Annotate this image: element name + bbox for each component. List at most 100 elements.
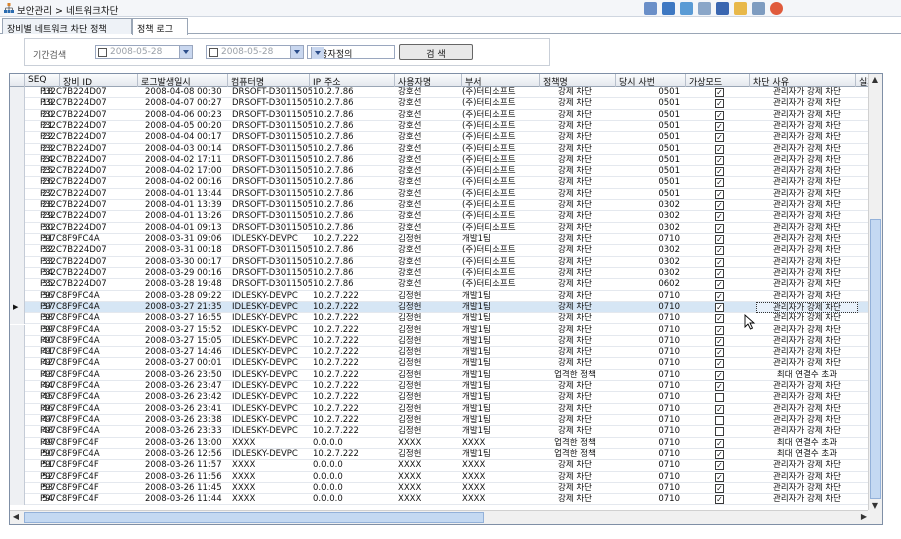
column-header[interactable]: 차단 사유 (750, 74, 856, 87)
row-indicator[interactable] (10, 98, 25, 110)
settings-icon[interactable] (752, 2, 765, 15)
mail-icon[interactable] (734, 2, 747, 15)
row-indicator[interactable] (10, 143, 25, 155)
table-row[interactable]: 42 P97C8F9FC4A 2008-03-27 00:01 IDLESKY-DEV… (10, 358, 882, 370)
row-indicator[interactable] (10, 403, 25, 415)
checked-box-icon[interactable]: ✓ (715, 212, 724, 222)
column-header[interactable]: IP 주소 (310, 74, 395, 87)
checked-box-icon[interactable]: ✓ (715, 246, 724, 256)
chevron-down-icon[interactable] (311, 47, 324, 59)
checked-box-icon[interactable]: ✓ (715, 348, 724, 358)
vertical-scroll-thumb[interactable] (870, 219, 881, 499)
table-row[interactable]: 54 P97C8F9FC4F 2008-03-26 11:44 XXXX 0.0.0.0… (10, 494, 882, 506)
close-icon[interactable] (770, 2, 783, 15)
save-icon[interactable] (716, 2, 729, 15)
checked-box-icon[interactable]: ✓ (715, 257, 724, 267)
row-indicator[interactable] (10, 87, 25, 99)
table-row[interactable]: 25 P32C7B224D07 2008-04-02 17:00 DRSOFT-D30… (10, 166, 882, 178)
from-date-picker[interactable]: 2008-05-28 (95, 45, 193, 59)
row-indicator[interactable] (10, 200, 25, 212)
checked-box-icon[interactable]: ✓ (715, 155, 724, 165)
column-header[interactable]: SEQ (25, 74, 60, 87)
table-row[interactable]: 43 P97C8F9FC4A 2008-03-26 23:50 IDLESKY-DEV… (10, 369, 882, 382)
row-indicator[interactable] (10, 414, 25, 427)
from-date-checkbox[interactable] (98, 48, 107, 57)
checked-box-icon[interactable]: ✓ (715, 382, 724, 392)
row-indicator[interactable] (10, 369, 25, 382)
table-row[interactable]: 29 P32C7B224D07 2008-04-01 13:26 DRSOFT-D30… (10, 211, 882, 223)
table-row[interactable]: 31 P97C8F9FC4A 2008-03-31 09:06 IDLESKY-DEV… (10, 234, 882, 246)
column-header[interactable]: 로그발생일시 (138, 74, 228, 87)
row-indicator[interactable] (10, 313, 25, 325)
row-indicator[interactable] (10, 448, 25, 461)
row-indicator[interactable] (10, 471, 25, 483)
checked-box-icon[interactable]: ✓ (715, 325, 724, 335)
column-header[interactable]: 컴퓨터명 (228, 74, 310, 87)
row-indicator[interactable] (10, 154, 25, 167)
checked-box-icon[interactable]: ✓ (715, 302, 724, 312)
filter-icon[interactable] (662, 2, 675, 15)
row-indicator[interactable] (10, 132, 25, 144)
table-row[interactable]: 44 P97C8F9FC4A 2008-03-26 23:47 IDLESKY-DEV… (10, 381, 882, 393)
checked-box-icon[interactable]: ✓ (715, 404, 724, 414)
checked-box-icon[interactable]: ✓ (715, 461, 724, 471)
row-indicator[interactable] (10, 290, 25, 302)
checked-box-icon[interactable]: ✓ (715, 99, 724, 109)
checked-box-icon[interactable]: ✓ (715, 144, 724, 154)
table-row[interactable]: 33 P32C7B224D07 2008-03-30 00:17 DRSOFT-D30… (10, 256, 882, 268)
column-header[interactable]: 가상모드 (686, 74, 750, 87)
unchecked-box-icon[interactable] (715, 393, 724, 403)
table-row[interactable]: 35 P32C7B224D07 2008-03-28 19:48 DRSOFT-D30… (10, 279, 882, 291)
chevron-down-icon[interactable] (290, 46, 303, 58)
checked-box-icon[interactable]: ✓ (715, 121, 724, 131)
checked-box-icon[interactable]: ✓ (715, 359, 724, 369)
table-row[interactable]: 41 P97C8F9FC4A 2008-03-27 14:46 IDLESKY-DEV… (10, 347, 882, 359)
checked-box-icon[interactable]: ✓ (715, 495, 724, 505)
column-header[interactable]: 부서 (462, 74, 540, 87)
row-indicator[interactable] (10, 381, 25, 393)
row-indicator[interactable] (10, 358, 25, 370)
row-indicator[interactable] (10, 177, 25, 189)
export-icon[interactable] (680, 2, 693, 15)
checked-box-icon[interactable]: ✓ (715, 110, 724, 120)
row-indicator[interactable] (10, 482, 25, 495)
print-icon[interactable] (698, 2, 711, 15)
row-indicator[interactable] (10, 324, 25, 336)
table-row[interactable]: 51 P97C8F9FC4F 2008-03-26 11:57 XXXX 0.0.0.0… (10, 460, 882, 472)
table-row[interactable]: 47 P97C8F9FC4A 2008-03-26 23:38 IDLESKY-DEV… (10, 414, 882, 427)
checked-box-icon[interactable]: ✓ (715, 472, 724, 482)
row-indicator[interactable] (10, 437, 25, 449)
checked-box-icon[interactable]: ✓ (715, 280, 724, 290)
tab-device-policy[interactable]: 장비별 네트워크 차단 정책 (2, 18, 132, 35)
checked-box-icon[interactable]: ✓ (715, 449, 724, 459)
table-row[interactable]: ▶ 37 P97C8F9FC4A 2008-03-27 21:35 IDLESKY-DE… (10, 301, 882, 314)
unchecked-box-icon[interactable] (715, 427, 724, 437)
row-indicator[interactable] (10, 335, 25, 348)
row-indicator[interactable] (10, 279, 25, 291)
checked-box-icon[interactable]: ✓ (715, 314, 724, 324)
checked-box-icon[interactable]: ✓ (715, 291, 724, 301)
vertical-scrollbar[interactable]: ▲ ▼ (868, 74, 882, 512)
table-row[interactable]: 34 P32C7B224D07 2008-03-29 00:16 DRSOFT-D30… (10, 267, 882, 280)
unchecked-box-icon[interactable] (715, 415, 724, 425)
table-row[interactable]: 46 P97C8F9FC4A 2008-03-26 23:41 IDLESKY-DEV… (10, 403, 882, 415)
horizontal-scroll-thumb[interactable] (24, 512, 484, 523)
row-indicator[interactable] (10, 234, 25, 246)
checked-box-icon[interactable]: ✓ (715, 167, 724, 177)
home-icon[interactable] (644, 2, 657, 15)
table-row[interactable]: 21 P32C7B224D07 2008-04-05 00:20 DRSOFT-D30… (10, 120, 882, 133)
chevron-down-icon[interactable] (179, 46, 192, 58)
table-row[interactable]: 28 P32C7B224D07 2008-04-01 13:39 DRSOFT-D30… (10, 200, 882, 212)
table-row[interactable]: 48 P97C8F9FC4A 2008-03-26 23:33 IDLESKY-DEV… (10, 426, 882, 438)
table-row[interactable]: 22 P32C7B224D07 2008-04-04 00:17 DRSOFT-D30… (10, 132, 882, 144)
row-indicator[interactable]: ▶ (10, 301, 25, 314)
row-indicator[interactable] (10, 245, 25, 257)
table-row[interactable]: 49 P97C8F9FC4F 2008-03-26 13:00 XXXX 0.0.0.0… (10, 437, 882, 449)
checked-box-icon[interactable]: ✓ (715, 235, 724, 245)
checked-box-icon[interactable]: ✓ (715, 201, 724, 211)
row-indicator[interactable] (10, 222, 25, 235)
table-row[interactable]: 52 P97C8F9FC4F 2008-03-26 11:56 XXXX 0.0.0.0… (10, 471, 882, 483)
table-row[interactable]: 30 P32C7B224D07 2008-04-01 09:13 DRSOFT-D30… (10, 222, 882, 235)
checked-box-icon[interactable]: ✓ (715, 370, 724, 380)
row-indicator[interactable] (10, 426, 25, 438)
